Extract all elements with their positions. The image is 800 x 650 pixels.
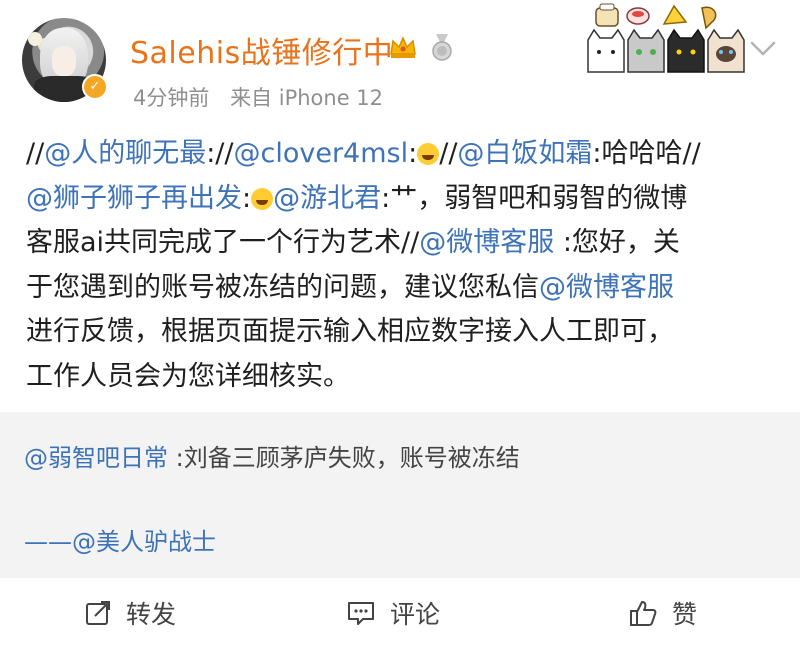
username[interactable]: Salehis战锤修行中 (130, 28, 393, 72)
sticker-decoration-icon (587, 3, 745, 73)
mention-link[interactable]: @白饭如霜 (457, 138, 592, 169)
post-text-segment: :您好，关 (554, 227, 680, 258)
post-text-segment: :哈哈哈// (592, 138, 701, 169)
share-icon (86, 601, 110, 625)
quoted-text: :刘备三顾茅庐失败，账号被冻结 (168, 444, 520, 472)
mention-link[interactable]: @微博客服 (419, 227, 554, 258)
post-text-segment: 于您遇到的账号被冻结的问题，建议您私信 (26, 271, 539, 303)
post-text: //@人的聊无最://@clover4msl://@白饭如霜:哈哈哈//@狮子狮… (26, 132, 786, 399)
mention-link[interactable]: @微博客服 (539, 272, 674, 303)
laughing-crying-emoji (417, 143, 440, 165)
post-text-segment: : (408, 138, 418, 169)
post-text-segment: 工作人员会为您详细核实。 (26, 360, 350, 392)
grinning-emoji (251, 187, 274, 210)
thumbs-up-icon (630, 601, 657, 626)
repost-label: 转发 (126, 600, 177, 629)
quoted-author-mention[interactable]: @弱智吧日常 (24, 444, 168, 472)
post-meta: 4分钟前 来自 iPhone 12 (133, 82, 397, 112)
post-time: 4分钟前 (133, 86, 210, 110)
post-text-segment: 进行反馈，根据页面提示输入相应数字接入人工即可， (26, 316, 674, 347)
like-button[interactable]: 赞 (628, 596, 697, 630)
verified-badge-icon: ✓ (82, 74, 108, 100)
post-header: ✓ Salehis战锤修行中 4分钟前 来自 iPhone 12 (0, 0, 800, 120)
mention-link[interactable]: @狮子狮子再出发 (26, 183, 242, 214)
post-text-segment: : (242, 182, 252, 214)
crown-icon[interactable] (388, 32, 418, 62)
mention-link[interactable]: @人的聊无最 (44, 138, 206, 169)
quoted-post[interactable]: @弱智吧日常 :刘备三顾茅庐失败，账号被冻结 ——@美人驴战士 (0, 412, 800, 578)
quoted-signature[interactable]: ——@美人驴战士 (24, 522, 216, 557)
action-bar: 转发 评论 赞 (0, 578, 800, 650)
post-text-segment: 客服ai共同完成了一个行为艺术// (26, 227, 420, 258)
post-text-segment: :艹，弱智吧和弱智的微博 (381, 182, 688, 214)
post-source[interactable]: 来自 iPhone 12 (230, 86, 383, 110)
repost-button[interactable]: 转发 (84, 596, 176, 630)
medal-icon[interactable] (428, 32, 456, 62)
mention-link[interactable]: @clover4msl (234, 138, 409, 169)
post-text-segment: // (439, 138, 458, 169)
chevron-down-icon[interactable] (748, 38, 778, 60)
weibo-post-card: ✓ Salehis战锤修行中 4分钟前 来自 iPhone 12 //@人的聊无… (0, 0, 800, 650)
comment-label: 评论 (390, 600, 441, 629)
comment-button[interactable]: 评论 (346, 596, 440, 630)
post-text-segment: // (26, 138, 45, 169)
post-text-segment: :// (206, 138, 234, 169)
mention-link[interactable]: @游北君 (273, 183, 381, 214)
quoted-text-line: @弱智吧日常 :刘备三顾茅庐失败，账号被冻结 (24, 438, 520, 473)
like-label: 赞 (672, 600, 698, 629)
avatar[interactable]: ✓ (22, 18, 108, 102)
comment-icon (348, 602, 374, 625)
